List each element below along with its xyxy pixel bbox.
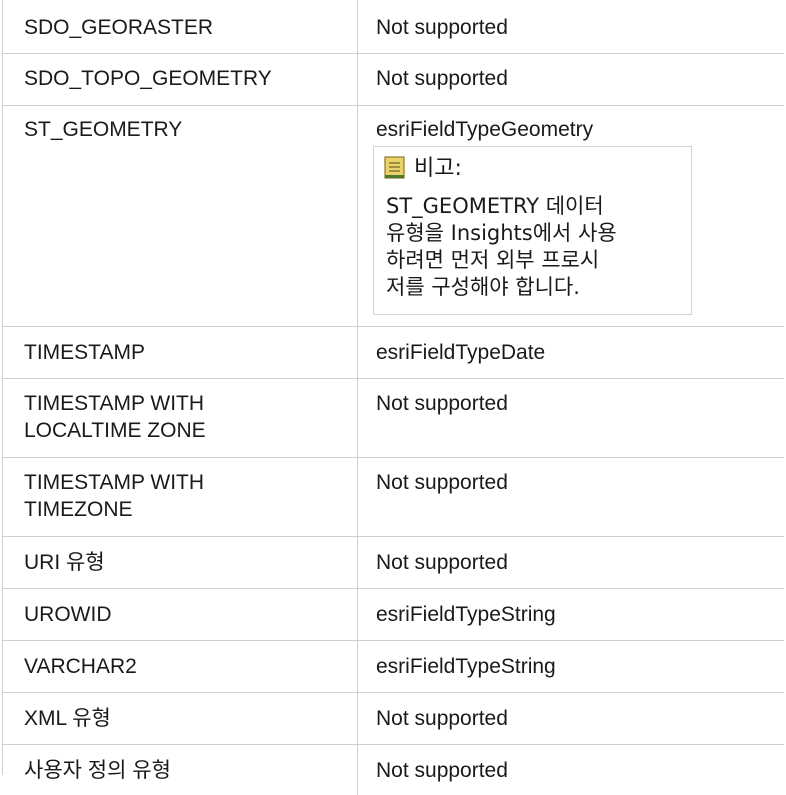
table-row: XML 유형 Not supported: [3, 693, 784, 745]
table-row: TIMESTAMP WITH LOCALTIME ZONE Not suppor…: [3, 379, 784, 458]
field-type-text: esriFieldTypeGeometry: [376, 118, 594, 141]
data-type-cell: URI 유형: [3, 537, 358, 588]
field-type-cell: Not supported: [376, 392, 508, 415]
field-type-cell: esriFieldTypeString: [376, 603, 556, 626]
field-type-cell: Not supported: [376, 759, 508, 782]
field-type-cell: Not supported: [376, 707, 508, 730]
table-row: TIMESTAMP WITH TIMEZONE Not supported: [3, 458, 784, 537]
field-type-cell: Not supported: [376, 551, 508, 574]
table-row: SDO_GEORASTER Not supported: [3, 0, 784, 54]
data-type-cell: UROWID: [3, 589, 358, 640]
data-type-table: SDO_GEORASTER Not supported SDO_TOPO_GEO…: [2, 0, 784, 795]
data-type-cell: TIMESTAMP: [3, 327, 358, 378]
table-row: URI 유형 Not supported: [3, 537, 784, 589]
field-type-cell: esriFieldTypeString: [376, 655, 556, 678]
table-row: 사용자 정의 유형 Not supported: [3, 745, 784, 795]
field-type-cell: esriFieldTypeGeometry 비고: ST_GEOMETRY 데이…: [358, 106, 784, 326]
field-type-cell: Not supported: [376, 16, 508, 39]
field-type-cell: esriFieldTypeDate: [376, 341, 546, 364]
data-type-cell: 사용자 정의 유형: [3, 745, 358, 795]
data-type-cell: XML 유형: [3, 693, 358, 744]
note-header: 비고:: [384, 153, 681, 183]
note-body: ST_GEOMETRY 데이터 유형을 Insights에서 사용 하려면 먼저…: [386, 194, 617, 299]
note-icon: [384, 156, 406, 180]
table-row: ST_GEOMETRY esriFieldTypeGeometry 비고: ST…: [3, 106, 784, 327]
field-type-cell: Not supported: [376, 67, 508, 90]
data-type-cell: VARCHAR2: [3, 641, 358, 692]
note-title: 비고:: [414, 155, 462, 181]
table-row: UROWID esriFieldTypeString: [3, 589, 784, 641]
table-row: SDO_TOPO_GEOMETRY Not supported: [3, 54, 784, 106]
table-row: TIMESTAMP esriFieldTypeDate: [3, 327, 784, 379]
data-type-cell: SDO_TOPO_GEOMETRY: [3, 54, 358, 105]
data-type-cell: TIMESTAMP WITH TIMEZONE: [3, 458, 358, 536]
table-row: VARCHAR2 esriFieldTypeString: [3, 641, 784, 693]
data-type-cell: TIMESTAMP WITH LOCALTIME ZONE: [3, 379, 358, 457]
data-type-cell: SDO_GEORASTER: [3, 0, 358, 53]
data-type-cell: ST_GEOMETRY: [3, 106, 358, 326]
note-box: 비고: ST_GEOMETRY 데이터 유형을 Insights에서 사용 하려…: [373, 146, 692, 315]
field-type-cell: Not supported: [376, 471, 508, 494]
